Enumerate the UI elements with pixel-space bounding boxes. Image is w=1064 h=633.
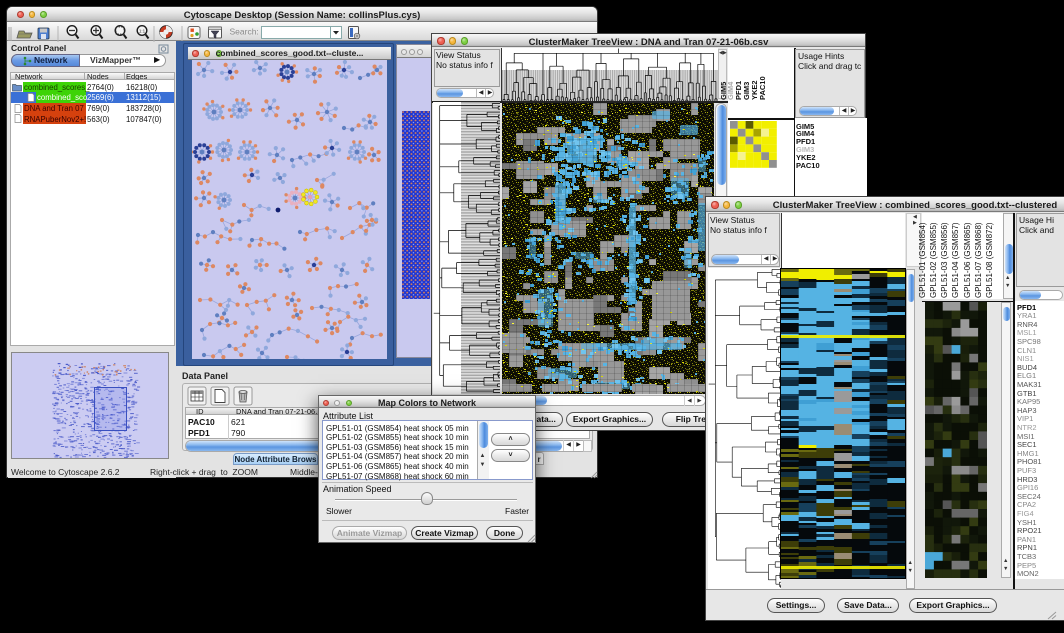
- svg-text:1:1: 1:1: [139, 29, 146, 34]
- svg-text:Search:: Search:: [230, 27, 259, 37]
